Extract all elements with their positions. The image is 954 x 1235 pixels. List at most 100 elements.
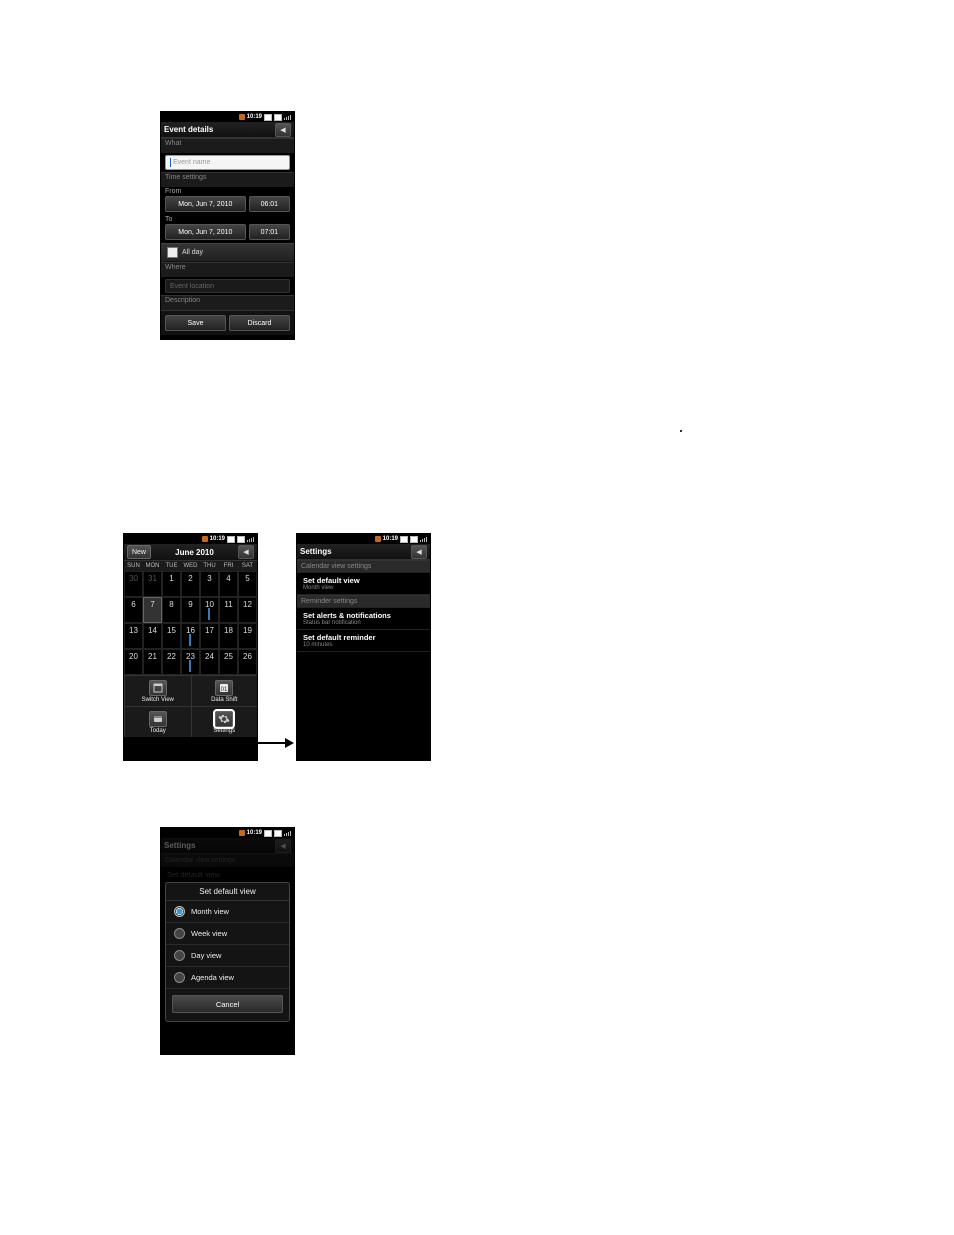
calendar-cell[interactable]: 5 bbox=[238, 571, 257, 597]
dow-cell: WED bbox=[181, 561, 200, 571]
dialog-option[interactable]: Month view bbox=[166, 901, 289, 923]
calendar-cell[interactable]: 23 bbox=[181, 649, 200, 675]
description-label: Description bbox=[161, 295, 294, 310]
calendar-cell[interactable]: 19 bbox=[238, 623, 257, 649]
set-alerts-item[interactable]: Set alerts & notifications Status bar no… bbox=[297, 608, 430, 630]
calendar-cell[interactable]: 24 bbox=[200, 649, 219, 675]
calendar-cell[interactable]: 2 bbox=[181, 571, 200, 597]
menu-today-label: Today bbox=[150, 728, 166, 734]
dialog-option-label: Week view bbox=[191, 929, 227, 938]
calendar-cell[interactable]: 12 bbox=[238, 597, 257, 623]
calendar-cell[interactable]: 8 bbox=[162, 597, 181, 623]
calendar-cell[interactable]: 10 bbox=[200, 597, 219, 623]
calendar-cell[interactable]: 11 bbox=[219, 597, 238, 623]
new-event-button[interactable]: New bbox=[127, 545, 151, 559]
set-default-reminder-title: Set default reminder bbox=[303, 633, 424, 642]
set-default-reminder-item[interactable]: Set default reminder 10 minutes bbox=[297, 630, 430, 652]
event-indicator bbox=[208, 608, 210, 620]
dialog-option[interactable]: Week view bbox=[166, 923, 289, 945]
alarm-icon bbox=[274, 114, 282, 121]
back-button[interactable]: ◀ bbox=[411, 545, 427, 559]
calendar-cell[interactable]: 13 bbox=[124, 623, 143, 649]
signal-icon bbox=[284, 114, 292, 120]
day-of-week-row: SUNMONTUEWEDTHUFRISAT bbox=[124, 561, 257, 571]
section-calendar-view: Calendar view settings bbox=[297, 560, 430, 573]
all-day-checkbox[interactable] bbox=[167, 247, 178, 258]
dow-cell: TUE bbox=[162, 561, 181, 571]
back-button[interactable]: ◀ bbox=[238, 545, 254, 559]
to-date-button[interactable]: Mon, Jun 7, 2010 bbox=[165, 224, 246, 240]
dow-cell: MON bbox=[143, 561, 162, 571]
calendar-cell[interactable]: 7 bbox=[143, 597, 162, 623]
calendar-cell[interactable]: 26 bbox=[238, 649, 257, 675]
calendar-cell[interactable]: 30 bbox=[124, 571, 143, 597]
calendar-cell[interactable]: 18 bbox=[219, 623, 238, 649]
discard-button[interactable]: Discard bbox=[229, 315, 290, 331]
calendar-cell[interactable]: 21 bbox=[143, 649, 162, 675]
radio-button[interactable] bbox=[174, 928, 185, 939]
back-button[interactable]: ◀ bbox=[275, 123, 291, 137]
radio-button[interactable] bbox=[174, 950, 185, 961]
save-button[interactable]: Save bbox=[165, 315, 226, 331]
dialog-option-label: Agenda view bbox=[191, 973, 234, 982]
status-time: 10:19 bbox=[247, 830, 262, 836]
from-date-button[interactable]: Mon, Jun 7, 2010 bbox=[165, 196, 246, 212]
radio-button[interactable] bbox=[174, 906, 185, 917]
from-time-button[interactable]: 06:01 bbox=[249, 196, 290, 212]
calendar-cell[interactable]: 17 bbox=[200, 623, 219, 649]
flow-arrow-head bbox=[285, 738, 294, 748]
event-name-input[interactable]: Event name bbox=[165, 155, 290, 170]
radio-button[interactable] bbox=[174, 972, 185, 983]
section-dimmed: Calendar view settings bbox=[161, 854, 294, 867]
location-input[interactable]: Event location bbox=[165, 279, 290, 293]
alarm-icon bbox=[237, 536, 245, 543]
notification-icon bbox=[239, 114, 245, 120]
dialog-option[interactable]: Day view bbox=[166, 945, 289, 967]
status-time: 10:19 bbox=[383, 536, 398, 542]
calendar-cell[interactable]: 3 bbox=[200, 571, 219, 597]
calendar-cell[interactable]: 9 bbox=[181, 597, 200, 623]
set-alerts-sub: Status bar notification bbox=[303, 620, 424, 626]
calendar-cell[interactable]: 1 bbox=[162, 571, 181, 597]
menu-switch-view[interactable]: Switch View bbox=[124, 676, 191, 706]
title-bar: Event details ◀ bbox=[161, 122, 294, 138]
where-label: Where bbox=[161, 262, 294, 277]
status-time: 10:19 bbox=[210, 536, 225, 542]
dialog-option-label: Month view bbox=[191, 907, 229, 916]
calendar-cell[interactable]: 16 bbox=[181, 623, 200, 649]
set-default-view-title: Set default view bbox=[303, 576, 424, 585]
calendar-cell[interactable]: 4 bbox=[219, 571, 238, 597]
dow-cell: SUN bbox=[124, 561, 143, 571]
all-day-row[interactable]: All day bbox=[161, 243, 294, 262]
signal-icon bbox=[247, 536, 255, 542]
title-bar-dimmed: Settings ◀ bbox=[161, 838, 294, 854]
calendar-cell[interactable]: 6 bbox=[124, 597, 143, 623]
calendar-cell[interactable]: 20 bbox=[124, 649, 143, 675]
dialog-option-label: Day view bbox=[191, 951, 221, 960]
calendar-cell[interactable]: 31 bbox=[143, 571, 162, 597]
status-bar: 10:19 bbox=[297, 534, 430, 544]
menu-settings-label: Settings bbox=[213, 728, 235, 734]
dialog-cancel-button[interactable]: Cancel bbox=[172, 995, 283, 1013]
calendar-cell[interactable]: 14 bbox=[143, 623, 162, 649]
item-dimmed-title: Set default view bbox=[167, 870, 288, 879]
data-shift-icon: 01 bbox=[215, 680, 233, 696]
calendar-cell[interactable]: 25 bbox=[219, 649, 238, 675]
calendar-cell[interactable]: 15 bbox=[162, 623, 181, 649]
dow-cell: SAT bbox=[238, 561, 257, 571]
menu-today[interactable]: Today bbox=[124, 707, 191, 737]
signal-icon bbox=[420, 536, 428, 542]
menu-settings[interactable]: Settings bbox=[191, 707, 258, 737]
location-placeholder: Event location bbox=[170, 283, 214, 290]
dialog-option[interactable]: Agenda view bbox=[166, 967, 289, 989]
menu-data-shift[interactable]: 01 Data Shift bbox=[191, 676, 258, 706]
calendar-cell[interactable]: 22 bbox=[162, 649, 181, 675]
event-name-placeholder: Event name bbox=[173, 159, 210, 166]
to-time-button[interactable]: 07:01 bbox=[249, 224, 290, 240]
battery-icon bbox=[264, 114, 272, 121]
status-bar: 10:19 bbox=[124, 534, 257, 544]
calendar-grid[interactable]: 3031123456789101112131415161718192021222… bbox=[124, 571, 257, 675]
set-default-view-item[interactable]: Set default view Month view bbox=[297, 573, 430, 595]
dow-cell: THU bbox=[200, 561, 219, 571]
set-alerts-title: Set alerts & notifications bbox=[303, 611, 424, 620]
